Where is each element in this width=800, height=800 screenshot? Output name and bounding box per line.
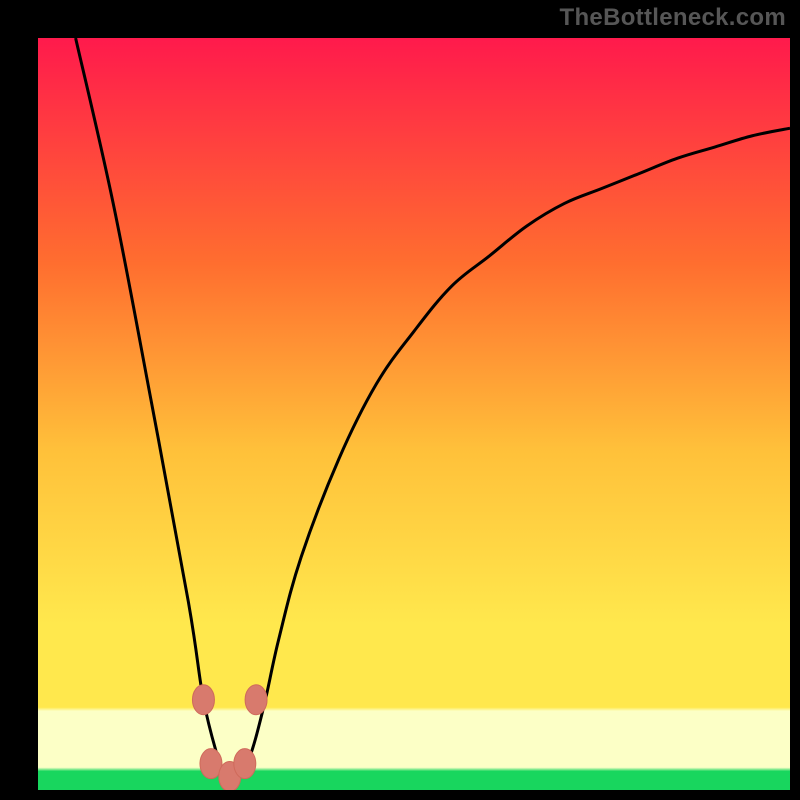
chart-frame: TheBottleneck.com: [0, 0, 800, 800]
curve-marker: [234, 749, 256, 779]
chart-svg: [38, 38, 790, 790]
chart-plot-area: [38, 38, 790, 790]
curve-marker: [245, 685, 267, 715]
watermark-label: TheBottleneck.com: [560, 4, 786, 32]
curve-marker: [192, 685, 214, 715]
gradient-background: [38, 38, 790, 790]
